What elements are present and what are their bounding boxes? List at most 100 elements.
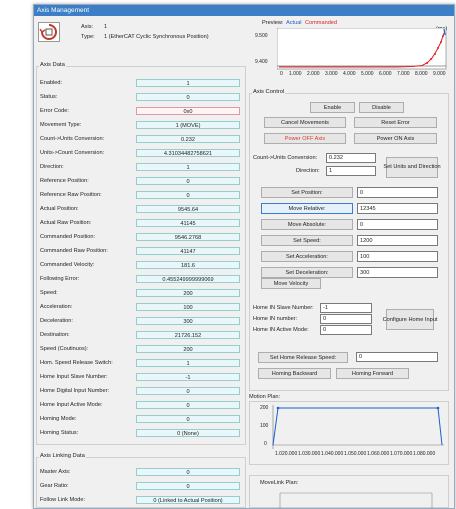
axis-data-value: 0 <box>136 177 240 185</box>
axis-data-label: Count->Units Conversion: <box>40 136 105 142</box>
preview-xtick: 3.000 <box>325 71 338 77</box>
configure-home-button[interactable]: Configure Home Input <box>383 309 437 330</box>
set-home-speed-button[interactable]: Set Home Release Speed: <box>258 352 348 363</box>
axis-data-label: Acceleration: <box>40 304 73 310</box>
legend-commanded: Commanded <box>305 20 338 26</box>
motion-xtick: 1.050.000 <box>344 451 367 457</box>
action-button[interactable]: Move Relative: <box>261 203 353 214</box>
axis-linking-label: Follow Link Mode: <box>40 497 86 503</box>
axis-data-value: 300 <box>136 317 240 325</box>
legend-actual: Actual <box>286 20 302 26</box>
preview-xtick: 6.000 <box>379 71 392 77</box>
preview-xtick: 1.000 <box>289 71 302 77</box>
motion-ytick: 0 <box>264 441 267 447</box>
homing-forward-button[interactable]: Homing Forward <box>336 368 409 379</box>
disable-button[interactable]: Disable <box>359 102 404 113</box>
axis-data-label: Hom. Speed Release Switch: <box>40 360 113 366</box>
preview-label: Preview: <box>262 20 284 26</box>
action-button[interactable]: Move Absolute: <box>261 219 353 230</box>
set-units-direction-button[interactable]: Set Units and Direction <box>383 157 441 178</box>
axis-linking-value: 0 (Linked to Actual Position) <box>136 496 240 504</box>
axis-data-value: 1 (MOVE) <box>136 121 240 129</box>
direction-input[interactable]: 1 <box>326 166 376 176</box>
axis-data-value: 9546.2768 <box>136 233 240 241</box>
motion-xtick: 1.080.000 <box>413 451 436 457</box>
axis-data-value: 1 <box>136 359 240 367</box>
axis-data-value: 41145 <box>136 219 240 227</box>
axis-linking-label: Master Axis: <box>40 469 71 475</box>
window-title: Axis Management <box>34 5 454 16</box>
reset-error-button[interactable]: Reset Error <box>354 117 437 128</box>
home-mode-input[interactable]: 0 <box>320 325 372 335</box>
axis-data-label: Error Code: <box>40 108 69 114</box>
axis-data-value: 0 <box>136 93 240 101</box>
action-input[interactable]: 0 <box>357 187 438 198</box>
axis-data-value: 1 <box>136 79 240 87</box>
count-units-label: Count->Units Conversion: <box>253 155 318 161</box>
axis-data-label: Movement Type: <box>40 122 82 128</box>
axis-data-label: Home Input Active Mode: <box>40 402 103 408</box>
action-input[interactable]: 1200 <box>357 235 438 246</box>
axis-data-value: 0.455249999999069 <box>136 275 240 283</box>
motion-xtick: 1.070.000 <box>390 451 413 457</box>
action-button[interactable]: Set Acceleration: <box>261 251 353 262</box>
preview-xtick: 5.000 <box>361 71 374 77</box>
axis-data-label: Homing Mode: <box>40 416 77 422</box>
axis-management-window: Axis Management Axis: 1 Type: 1 (EtherCA… <box>33 4 455 509</box>
axis-data-value: 1 <box>136 163 240 171</box>
preview-ytick: 9.500 <box>255 33 268 39</box>
axis-data-value: 0 <box>136 401 240 409</box>
axis-data-label: Actual Raw Position: <box>40 220 92 226</box>
axis-data-value: 0x0 <box>136 107 240 115</box>
home-speed-input[interactable]: 0 <box>356 352 438 362</box>
action-input[interactable]: 0 <box>357 219 438 230</box>
axis-data-label: Destination: <box>40 332 70 338</box>
axis-data-value: 0 <box>136 191 240 199</box>
motion-xtick: 1.040.000 <box>321 451 344 457</box>
axis-value: 1 <box>104 24 108 30</box>
action-button[interactable]: Set Deceleration: <box>261 267 353 278</box>
preview-xtick: 2.000 <box>307 71 320 77</box>
motion-xtick: 1.060.000 <box>367 451 390 457</box>
axis-data-value: 200 <box>136 289 240 297</box>
preview-xtick: 4.000 <box>343 71 356 77</box>
axis-data-label: Home Input Slave Number: <box>40 374 108 380</box>
axis-linking-title: Axis Linking Data <box>39 453 86 459</box>
enable-button[interactable]: Enable <box>310 102 355 113</box>
axis-data-label: Status: <box>40 94 58 100</box>
axis-data-value: 200 <box>136 345 240 353</box>
action-input[interactable]: 12345 <box>357 203 438 214</box>
axis-data-label: Actual Position: <box>40 206 79 212</box>
home-in-label: Home IN number: <box>253 316 298 322</box>
axis-data-label: Enabled: <box>40 80 63 86</box>
preview-xtick: 7.000 <box>397 71 410 77</box>
action-button[interactable]: Set Speed: <box>261 235 353 246</box>
axis-data-label: Homing Status: <box>40 430 79 436</box>
axis-data-label: Commanded Velocity: <box>40 262 95 268</box>
home-slave-label: Home IN Slave Number: <box>253 305 314 311</box>
motion-ytick: 100 <box>260 423 269 429</box>
axis-data-value: 0.232 <box>136 135 240 143</box>
axis-data-label: Commanded Raw Position: <box>40 248 108 254</box>
action-input[interactable]: 100 <box>357 251 438 262</box>
power-off-button[interactable]: Power OFF Axis <box>264 133 346 144</box>
direction-label: Direction: <box>296 168 320 174</box>
count-units-input[interactable]: 0.232 <box>326 153 376 163</box>
axis-icon <box>38 22 60 42</box>
home-slave-input[interactable]: -1 <box>320 303 372 313</box>
homing-backward-button[interactable]: Homing Backward <box>258 368 331 379</box>
axis-data-label: Units->Count Conversion: <box>40 150 105 156</box>
axis-data-label: Speed: <box>40 290 58 296</box>
move-velocity-button[interactable]: Move Velocity <box>261 278 321 289</box>
motion-xtick: 1.030.000 <box>298 451 321 457</box>
action-button[interactable]: Set Position: <box>261 187 353 198</box>
power-on-button[interactable]: Power ON Axis <box>354 133 437 144</box>
action-input[interactable]: 300 <box>357 267 438 278</box>
cancel-movements-button[interactable]: Cancel Movements <box>264 117 346 128</box>
preview-xtick: 8.000 <box>415 71 428 77</box>
axis-control-title: Axis Control <box>252 89 286 95</box>
home-in-input[interactable]: 0 <box>320 314 372 324</box>
motion-ytick: 200 <box>260 405 269 411</box>
axis-linking-value: 0 <box>136 482 240 490</box>
axis-data-value: 0 <box>136 387 240 395</box>
